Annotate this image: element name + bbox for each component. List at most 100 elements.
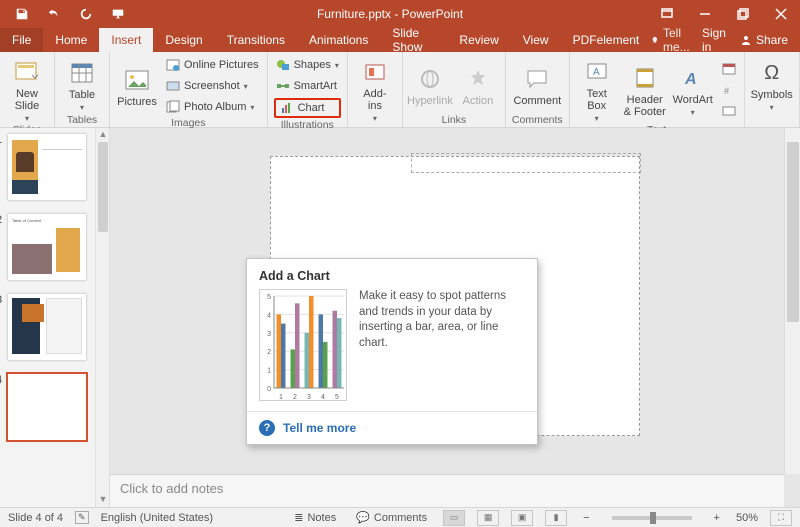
header-footer-icon bbox=[633, 66, 657, 90]
spellcheck-icon[interactable]: ✎ bbox=[75, 511, 89, 524]
notes-pane[interactable]: Click to add notes bbox=[110, 474, 784, 507]
reading-view-button[interactable]: ▣ bbox=[511, 510, 533, 526]
title-placeholder[interactable] bbox=[411, 153, 641, 173]
table-button[interactable]: Table ▾ bbox=[61, 55, 103, 112]
redo-button[interactable] bbox=[72, 2, 100, 26]
online-pictures-button[interactable]: Online Pictures bbox=[164, 56, 261, 74]
smartart-icon bbox=[276, 79, 290, 93]
tab-transitions[interactable]: Transitions bbox=[215, 28, 297, 52]
slide-sorter-view-button[interactable]: ▦ bbox=[477, 510, 499, 526]
svg-text:A: A bbox=[684, 71, 697, 88]
date-time-button[interactable] bbox=[720, 60, 738, 78]
tab-review[interactable]: Review bbox=[447, 28, 510, 52]
tab-pdfelement[interactable]: PDFelement bbox=[561, 28, 652, 52]
start-from-beginning-button[interactable] bbox=[104, 2, 132, 26]
tell-me-more-link[interactable]: Tell me more bbox=[283, 421, 356, 435]
wordart-icon: A bbox=[681, 66, 705, 90]
thumb-number: 1 bbox=[0, 134, 2, 146]
svg-text:4: 4 bbox=[267, 312, 271, 319]
photo-album-button[interactable]: Photo Album ▾ bbox=[164, 98, 261, 116]
notes-toggle-button[interactable]: ≣Notes bbox=[290, 511, 340, 524]
tab-slideshow[interactable]: Slide Show bbox=[380, 28, 447, 52]
tab-design[interactable]: Design bbox=[153, 28, 214, 52]
chart-icon bbox=[280, 101, 294, 115]
quick-access-toolbar bbox=[0, 2, 132, 26]
comments-toggle-label: Comments bbox=[374, 512, 427, 524]
pictures-icon bbox=[124, 67, 150, 93]
tab-insert[interactable]: Insert bbox=[99, 28, 153, 52]
minimize-button[interactable] bbox=[686, 0, 724, 28]
hyperlink-button[interactable]: Hyperlink bbox=[409, 61, 451, 107]
addins-label: Add- ins bbox=[363, 88, 386, 112]
zoom-out-button[interactable]: − bbox=[579, 512, 593, 524]
zoom-slider-handle[interactable] bbox=[650, 512, 656, 524]
slideshow-view-button[interactable]: ▮ bbox=[545, 510, 567, 526]
svg-text:1: 1 bbox=[267, 368, 271, 375]
slide-number-button[interactable]: # bbox=[720, 81, 738, 99]
save-button[interactable] bbox=[8, 2, 36, 26]
ribbon-options-button[interactable] bbox=[648, 0, 686, 28]
symbols-button[interactable]: ΩSymbols▾ bbox=[751, 55, 793, 112]
shapes-icon bbox=[276, 58, 290, 72]
action-button[interactable]: Action bbox=[457, 61, 499, 107]
save-icon bbox=[15, 7, 29, 21]
chart-button[interactable]: Chart bbox=[274, 98, 341, 118]
tab-file[interactable]: File bbox=[0, 28, 43, 52]
action-icon bbox=[466, 67, 490, 91]
slide-thumbnail-2[interactable]: Table of Content bbox=[8, 214, 86, 280]
close-button[interactable] bbox=[762, 0, 800, 28]
chevron-down-icon: ▾ bbox=[250, 103, 254, 112]
textbox-label: Text Box bbox=[587, 88, 607, 112]
slide-thumbnail-4[interactable] bbox=[8, 374, 86, 440]
chevron-down-icon: ▾ bbox=[691, 108, 695, 117]
svg-text:3: 3 bbox=[267, 331, 271, 338]
slide-thumbnail-1[interactable] bbox=[8, 134, 86, 200]
normal-view-button[interactable]: ▭ bbox=[443, 510, 465, 526]
comments-toggle-button[interactable]: 💬Comments bbox=[352, 511, 431, 524]
pictures-button[interactable]: Pictures bbox=[116, 62, 158, 108]
slide-thumbnail-3[interactable] bbox=[8, 294, 86, 360]
wordart-button[interactable]: AWordArt▾ bbox=[672, 60, 714, 117]
status-language[interactable]: English (United States) bbox=[101, 512, 214, 524]
header-footer-button[interactable]: Header & Footer bbox=[624, 60, 666, 118]
redo-icon bbox=[79, 7, 93, 21]
restore-button[interactable] bbox=[724, 0, 762, 28]
tab-view[interactable]: View bbox=[511, 28, 561, 52]
zoom-level[interactable]: 50% bbox=[736, 512, 758, 524]
slide-thumbnails-pane: 1 2 Table of Content 3 4 ▲ ▼ bbox=[0, 128, 110, 507]
textbox-button[interactable]: AText Box▾ bbox=[576, 54, 618, 123]
smartart-label: SmartArt bbox=[294, 80, 337, 92]
fit-to-window-button[interactable]: ⛶ bbox=[770, 510, 792, 526]
zoom-slider[interactable] bbox=[612, 516, 692, 520]
online-pictures-label: Online Pictures bbox=[184, 59, 259, 71]
undo-icon bbox=[47, 7, 61, 21]
share-button[interactable]: Share bbox=[734, 33, 794, 47]
tellme-search[interactable]: Tell me... bbox=[651, 26, 694, 54]
tab-animations[interactable]: Animations bbox=[297, 28, 380, 52]
editor-scrollbar[interactable] bbox=[784, 128, 800, 474]
smartart-button[interactable]: SmartArt bbox=[274, 77, 341, 95]
zoom-in-button[interactable]: + bbox=[710, 512, 724, 524]
share-icon bbox=[740, 34, 752, 46]
chevron-down-icon: ▾ bbox=[244, 82, 248, 91]
thumbnails-scrollbar[interactable]: ▲ ▼ bbox=[95, 128, 109, 507]
comment-button[interactable]: Comment bbox=[516, 61, 558, 107]
tab-home[interactable]: Home bbox=[43, 28, 99, 52]
new-slide-button[interactable]: New Slide ▾ bbox=[6, 54, 48, 123]
scrollbar-handle[interactable] bbox=[98, 142, 108, 232]
screenshot-label: Screenshot bbox=[184, 80, 240, 92]
shapes-button[interactable]: Shapes ▾ bbox=[274, 56, 341, 74]
window-title: Furniture.pptx - PowerPoint bbox=[132, 7, 648, 21]
object-button[interactable] bbox=[720, 102, 738, 120]
chevron-down-icon: ▾ bbox=[373, 114, 377, 123]
screenshot-button[interactable]: Screenshot ▾ bbox=[164, 77, 261, 95]
close-icon bbox=[775, 8, 787, 20]
group-tables: Table ▾ Tables bbox=[55, 52, 110, 127]
addins-button[interactable]: Add- ins ▾ bbox=[354, 54, 396, 123]
signin-link[interactable]: Sign in bbox=[702, 26, 726, 54]
object-icon bbox=[722, 104, 736, 118]
undo-button[interactable] bbox=[40, 2, 68, 26]
chevron-down-icon: ▾ bbox=[80, 103, 84, 112]
scroll-up-icon: ▲ bbox=[98, 129, 108, 141]
scrollbar-handle[interactable] bbox=[787, 142, 799, 322]
